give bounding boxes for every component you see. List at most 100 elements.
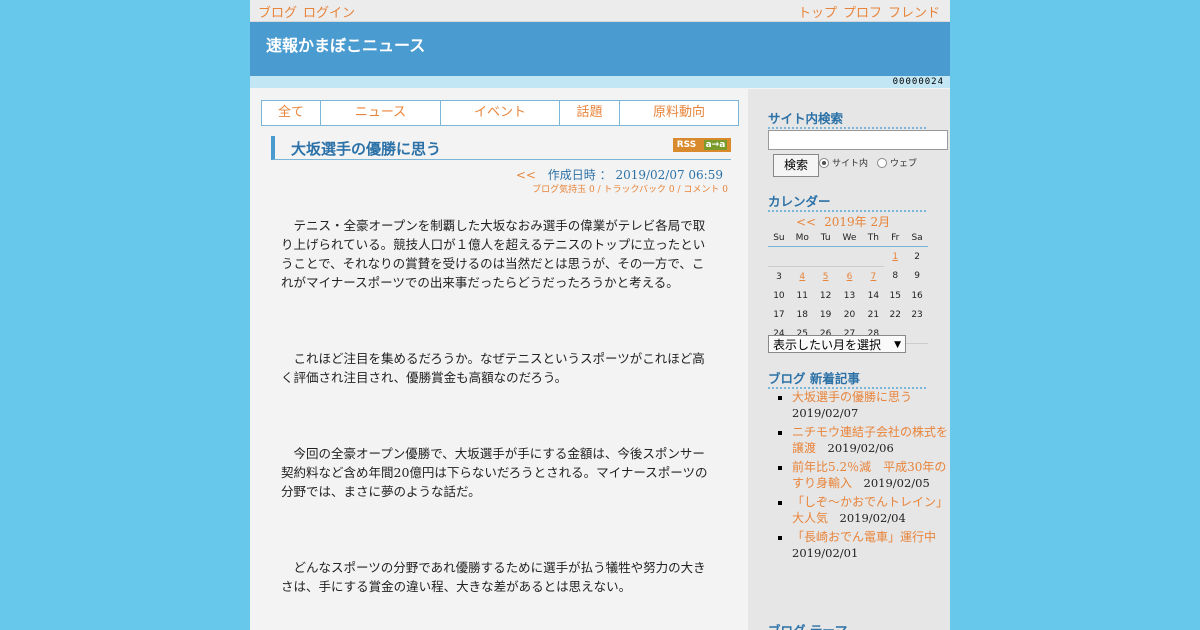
radio-site-label: サイト内 — [832, 159, 869, 169]
radio-site-button[interactable] — [819, 157, 829, 168]
blog-link[interactable]: ブログ — [258, 6, 297, 21]
calendar-day: 11 — [796, 290, 808, 301]
calendar-day: 12 — [819, 290, 832, 301]
calendar-day[interactable]: 4 — [790, 267, 815, 287]
radio-web-button[interactable] — [877, 157, 887, 168]
calendar-day: 22 — [889, 309, 901, 320]
created-date: 2019/02/07 06:59 — [615, 168, 723, 182]
tab-topic[interactable]: 話題 — [560, 101, 620, 125]
visitor-counter: 00000024 — [892, 77, 944, 87]
theme-heading: ブログ テーマ — [768, 620, 926, 630]
rss-badge: a→a — [703, 140, 728, 150]
calendar-day[interactable]: 6 — [837, 267, 863, 287]
calendar-prev-link[interactable]: << — [796, 215, 816, 229]
calendar-empty-cell — [862, 246, 885, 267]
calendar-week: 345678 9 — [768, 267, 928, 287]
post-meta: << 作成日時 ： 2019/02/07 06:59 — [516, 166, 723, 183]
comment-link[interactable]: コメント 0 — [683, 185, 728, 195]
calendar-day[interactable]: 5 — [815, 267, 837, 287]
calendar-day: 8 — [892, 271, 899, 282]
calendar-day: 16 — [911, 290, 923, 301]
site-title[interactable]: 速報かまぼこニュース — [266, 32, 425, 56]
top-nav-bar: ブログ ログイン トップ プロフ フレンド — [250, 0, 950, 22]
main-content: 全て ニュース イベント 話題 原料動向 大坂選手の優勝に思う RSS a→a <… — [250, 89, 748, 630]
calendar-table: Su Mo Tu We Th Fr Sa 1 2 3 4 5 6 7 8 9 10 11 12 13 14 15 16 17… — [768, 229, 928, 344]
kimochi-link[interactable]: ブログ気持玉 0 — [532, 185, 595, 195]
calendar-day: 17 — [773, 309, 785, 320]
calendar-empty-cell — [768, 246, 790, 267]
month-select[interactable]: 表示したい月を選択 ▼ — [768, 335, 906, 353]
calendar-month: 2019年 2月 — [824, 215, 891, 229]
calendar-week: 10 11 12 13 14 15 16 — [768, 286, 928, 305]
recent-item: 「しぞ～かおでんトレイン」大人気 2019/02/04 — [792, 494, 950, 526]
calendar-day: 18 — [796, 309, 808, 320]
calendar-day: 19 — [819, 309, 832, 320]
calendar-week: 12 — [768, 246, 928, 267]
calendar-weekday: Su — [768, 229, 790, 247]
calendar-week: 17 18 19 20 21 22 23 — [768, 305, 928, 324]
tab-all[interactable]: 全て — [262, 101, 321, 125]
recent-item: 大坂選手の優勝に思う 2019/02/07 — [792, 389, 950, 421]
login-link[interactable]: ログイン — [303, 6, 355, 21]
recent-item-link[interactable]: 大坂選手の優勝に思う — [792, 390, 912, 404]
friend-link[interactable]: フレンド — [888, 6, 940, 21]
calendar-month-header: << 2019年 2月 — [796, 213, 890, 230]
calendar-weekday: Th — [862, 229, 885, 247]
radio-web[interactable]: ウェブ — [877, 156, 917, 169]
dropdown-arrow-icon: ▼ — [894, 340, 901, 350]
calendar-weekday: Fr — [884, 229, 907, 247]
calendar-day: 14 — [867, 290, 880, 301]
calendar-day[interactable]: 7 — [862, 267, 884, 287]
rss-icon[interactable]: RSS a→a — [673, 138, 731, 152]
calendar-empty-cell — [789, 246, 815, 267]
rss-label: RSS — [676, 140, 697, 150]
profile-link[interactable]: プロフ — [843, 6, 882, 21]
calendar-day: 21 — [867, 309, 880, 320]
tab-material[interactable]: 原料動向 — [620, 101, 738, 125]
month-select-label: 表示したい月を選択 — [773, 338, 882, 352]
sidebar: サイト内検索 検索 サイト内 ウェブ カレンダー << 2019年 2月 Su Mo… — [748, 89, 950, 630]
calendar-weekday: Tu — [814, 229, 837, 247]
calendar-day: 20 — [843, 309, 856, 320]
calendar-empty-cell — [906, 324, 928, 344]
post-paragraph: テニス・全豪オープンを制覇した大坂なおみ選手の偉業がテレビ各局で取り上げられてい… — [281, 218, 706, 290]
created-label: 作成日時 ： — [547, 168, 612, 182]
calendar-day: 10 — [773, 290, 785, 301]
recent-item-link[interactable]: 「長崎おでん電車」運行中 — [792, 530, 936, 544]
post-paragraph: 今回の全豪オープン優勝で、大坂選手が手にする金額は、今後スポンサー契約料など含め… — [281, 446, 708, 499]
post-title[interactable]: 大坂選手の優勝に思う — [291, 138, 441, 159]
post-title-bar: 大坂選手の優勝に思う RSS a→a — [271, 136, 731, 160]
calendar-day: 3 — [776, 271, 782, 282]
top-link[interactable]: トップ — [798, 6, 837, 21]
post-stats: ブログ気持玉 0 / トラックバック 0 / コメント 0 — [532, 185, 728, 195]
calendar-weekday: Sa — [906, 229, 928, 247]
tab-event[interactable]: イベント — [441, 101, 560, 125]
calendar-heading: カレンダー — [768, 191, 926, 212]
recent-item: 「長崎おでん電車」運行中 2019/02/01 — [792, 529, 950, 561]
recent-item-date: 2019/02/04 — [828, 511, 906, 525]
post-paragraph: これほど注目を集めるだろうか。なぜテニスというスポーツがこれほど高く評価され注目… — [281, 351, 705, 385]
header-banner: 速報かまぼこニュース — [250, 22, 950, 76]
calendar-day: 2 — [914, 251, 920, 262]
counter-bar: 00000024 — [250, 76, 950, 88]
calendar-day: 15 — [889, 290, 901, 301]
calendar-weekday: We — [836, 229, 863, 247]
calendar-day[interactable]: 1 — [884, 247, 906, 267]
tab-news[interactable]: ニュース — [321, 101, 441, 125]
search-input[interactable] — [768, 130, 948, 150]
recent-item-date: 2019/02/05 — [852, 476, 930, 490]
recent-item-date: 2019/02/06 — [816, 441, 894, 455]
calendar-day: 23 — [911, 309, 923, 320]
trackback-link[interactable]: トラックバック 0 — [604, 185, 675, 195]
calendar-day: 9 — [914, 271, 920, 282]
category-tabs: 全て ニュース イベント 話題 原料動向 — [261, 100, 739, 126]
calendar-weekday: Mo — [789, 229, 815, 247]
radio-web-label: ウェブ — [890, 159, 918, 169]
recent-list: 大坂選手の優勝に思う 2019/02/07ニチモウ連結子会社の株式を譲渡 201… — [774, 389, 950, 564]
recent-heading: ブログ 新着記事 — [768, 368, 926, 389]
calendar-day: 13 — [843, 290, 856, 301]
prev-post-link[interactable]: << — [516, 168, 536, 182]
search-button[interactable]: 検索 — [773, 154, 819, 177]
post-paragraph: どんなスポーツの分野であれ優勝するために選手が払う犠牲や努力の大きさは、手にする… — [281, 560, 706, 594]
radio-site[interactable]: サイト内 — [819, 156, 868, 169]
